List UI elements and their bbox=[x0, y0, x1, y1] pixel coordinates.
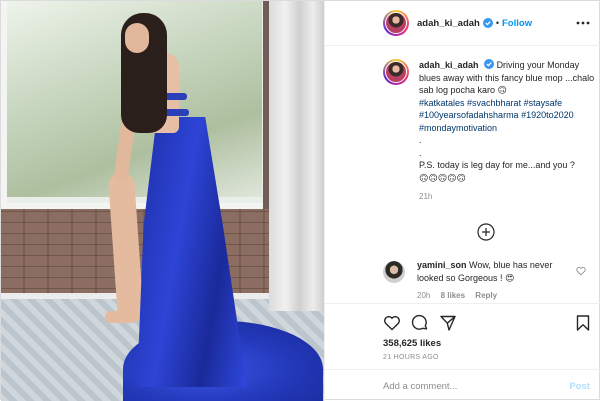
comment-heart-icon[interactable] bbox=[576, 266, 586, 276]
caption-timestamp[interactable]: 21h bbox=[419, 192, 600, 201]
comment-item: yamini_son Wow, blue has never looked so… bbox=[383, 259, 600, 300]
heart-icon[interactable] bbox=[383, 314, 401, 332]
caption-dot: . bbox=[419, 135, 422, 145]
comment-icon[interactable] bbox=[411, 314, 429, 332]
comment-meta: 20h 8 likes Reply bbox=[417, 291, 600, 300]
post-header: adah_ki_adah • Follow bbox=[325, 1, 600, 46]
post-image[interactable] bbox=[1, 1, 324, 401]
figure-foot bbox=[105, 311, 135, 323]
bookmark-icon[interactable] bbox=[574, 314, 592, 332]
caption-dot: . bbox=[419, 147, 422, 158]
more-horizontal-icon[interactable] bbox=[576, 17, 590, 29]
likes-count[interactable]: 358,625 likes bbox=[383, 338, 441, 349]
reply-button[interactable]: Reply bbox=[475, 291, 497, 300]
figure-face bbox=[125, 23, 149, 53]
separator-dot: • bbox=[495, 18, 499, 28]
share-icon[interactable] bbox=[439, 314, 457, 332]
post-sidebar: adah_ki_adah • Follow adah_ki_adah Drivi… bbox=[324, 1, 600, 401]
commenter-username[interactable]: yamini_son bbox=[417, 260, 467, 270]
curtain bbox=[269, 1, 324, 311]
posted-time[interactable]: 21 HOURS AGO bbox=[383, 354, 439, 361]
commenter-avatar[interactable] bbox=[383, 261, 405, 283]
verified-badge-icon bbox=[484, 59, 495, 69]
add-comment-bar: Post bbox=[325, 369, 600, 401]
caption: adah_ki_adah Driving your Monday blues a… bbox=[383, 59, 600, 201]
caption-avatar[interactable] bbox=[383, 59, 409, 85]
add-comment-input[interactable] bbox=[383, 377, 563, 395]
author-avatar[interactable] bbox=[383, 10, 409, 36]
author-username[interactable]: adah_ki_adah bbox=[417, 18, 480, 29]
post-dialog: adah_ki_adah • Follow adah_ki_adah Drivi… bbox=[0, 0, 600, 401]
comment-text: yamini_son Wow, blue has never looked so… bbox=[417, 259, 567, 284]
post-comment-button[interactable]: Post bbox=[569, 381, 590, 392]
caption-emojis: 🙃🙃🙃🙃🙃 bbox=[419, 172, 466, 183]
comment-time[interactable]: 20h bbox=[417, 291, 430, 300]
plus-circle-icon[interactable] bbox=[477, 223, 495, 241]
caption-text: adah_ki_adah Driving your Monday blues a… bbox=[419, 59, 597, 184]
caption-ps: P.S. today is leg day for me...and you ? bbox=[419, 160, 575, 170]
comment-likes[interactable]: 8 likes bbox=[441, 291, 465, 300]
follow-button[interactable]: Follow bbox=[502, 18, 532, 29]
caption-username[interactable]: adah_ki_adah bbox=[419, 60, 479, 70]
caption-hashtags[interactable]: #katkatales #svachbharat #staysafe #100y… bbox=[419, 97, 597, 135]
verified-badge-icon bbox=[482, 18, 493, 28]
